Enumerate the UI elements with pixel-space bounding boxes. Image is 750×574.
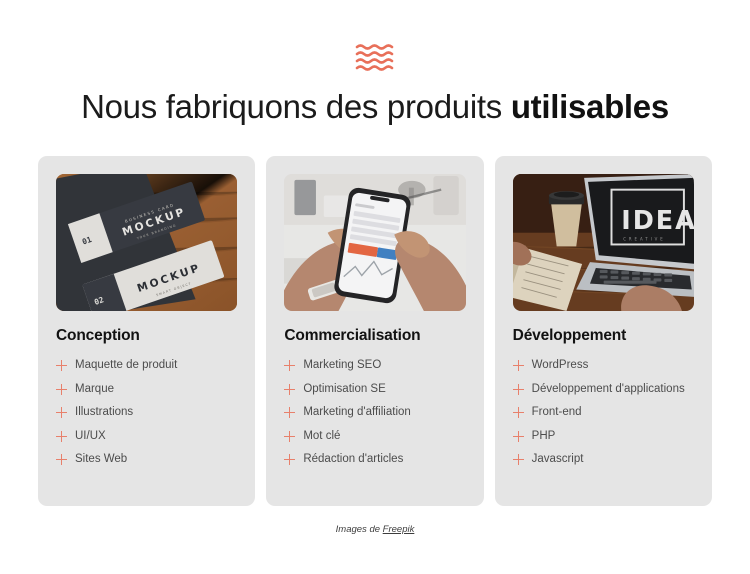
laptop-ideas-desk-photo: IDEAS CREATIVE [512, 174, 694, 311]
card-title: Conception [56, 327, 140, 344]
list-item-label: Illustrations [75, 406, 134, 418]
list-item[interactable]: Rédaction d'articles [284, 452, 465, 467]
list-item[interactable]: WordPress [512, 358, 694, 373]
wave-decoration [0, 40, 750, 76]
freepik-link[interactable]: Freepik [383, 524, 415, 535]
list-item-label: UI/UX [75, 429, 106, 442]
list-item-label: Rédaction d'articles [303, 453, 404, 465]
list-item[interactable]: Illustrations [56, 405, 237, 420]
plus-icon [512, 382, 524, 397]
plus-icon [56, 452, 67, 467]
plus-icon [512, 429, 524, 444]
cards-row: 01 BUSINESS CARD MOCKUP YOUR BRANDING 02… [38, 156, 712, 506]
plus-icon [56, 358, 67, 373]
plus-icon [56, 405, 67, 420]
plus-icon [284, 452, 296, 467]
plus-icon [284, 429, 296, 444]
image-credit-prefix: Images de [335, 524, 383, 535]
list-item-label: Maquette de produit [75, 359, 178, 371]
plus-icon [284, 358, 296, 373]
list-item[interactable]: Optimisation SE [284, 382, 465, 397]
card-conception[interactable]: 01 BUSINESS CARD MOCKUP YOUR BRANDING 02… [38, 156, 256, 506]
list-item[interactable]: UI/UX [56, 429, 237, 444]
list-item[interactable]: Maquette de produit [56, 358, 237, 373]
plus-icon [56, 382, 67, 397]
list-item-label: WordPress [531, 359, 589, 371]
page-title-emphasis: utilisables [510, 88, 669, 125]
plus-icon [284, 382, 296, 397]
page-title: Nous fabriquons des produits utilisables [0, 86, 750, 128]
feature-list: Maquette de produit Marque Illustrations… [56, 358, 237, 476]
list-item-label: Sites Web [75, 453, 128, 465]
list-item[interactable]: Marketing d'affiliation [284, 405, 465, 420]
list-item-label: Optimisation SE [303, 382, 386, 395]
list-item[interactable]: PHP [512, 429, 694, 444]
list-item[interactable]: Mot clé [284, 429, 465, 444]
card-developpement[interactable]: IDEAS CREATIVE [494, 156, 712, 506]
list-item-label: Front-end [531, 406, 582, 418]
list-item-label: Mot clé [303, 429, 341, 442]
card-commercialisation[interactable]: Commercialisation Marketing SEO Optimisa… [266, 156, 484, 506]
list-item[interactable]: Javascript [512, 452, 694, 467]
card-title: Commercialisation [284, 327, 421, 344]
plus-icon [56, 429, 67, 444]
plus-icon [512, 452, 524, 467]
list-item[interactable]: Front-end [512, 405, 694, 420]
list-item[interactable]: Sites Web [56, 452, 237, 467]
list-item-label: Marque [75, 382, 114, 395]
image-credit: Images de Freepik [0, 524, 750, 535]
business-card-mockup-photo: 01 BUSINESS CARD MOCKUP YOUR BRANDING 02… [56, 174, 238, 311]
feature-list: WordPress Développement d'applications F… [512, 358, 694, 476]
plus-icon [512, 358, 524, 373]
list-item-label: Javascript [531, 453, 584, 465]
card-title: Développement [512, 327, 627, 344]
landing-section: Nous fabriquons des produits utilisables [0, 0, 750, 574]
page-title-normal: Nous fabriquons des produits [81, 88, 511, 125]
list-item[interactable]: Marque [56, 382, 237, 397]
list-item-label: Marketing d'affiliation [303, 406, 411, 418]
list-item[interactable]: Marketing SEO [284, 358, 465, 373]
smartphone-in-hands-photo [284, 174, 466, 311]
plus-icon [284, 405, 296, 420]
list-item[interactable]: Développement d'applications [512, 382, 694, 397]
list-item-label: PHP [531, 429, 556, 442]
feature-list: Marketing SEO Optimisation SE Marketing … [284, 358, 465, 476]
wave-lines-icon [355, 44, 394, 71]
list-item-label: Marketing SEO [303, 359, 382, 371]
plus-icon [512, 405, 524, 420]
list-item-label: Développement d'applications [531, 382, 685, 395]
